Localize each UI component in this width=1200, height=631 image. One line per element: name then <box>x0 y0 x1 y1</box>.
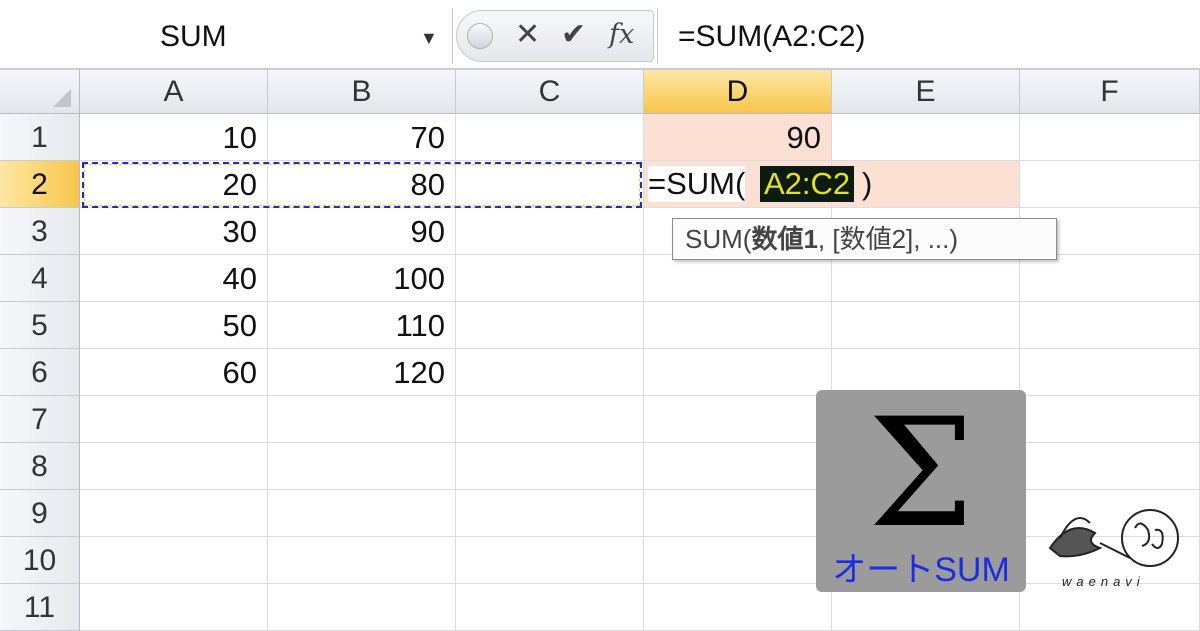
cancel-icon[interactable]: ✕ <box>515 17 540 53</box>
cell-b11[interactable] <box>268 584 456 631</box>
row-header-3[interactable]: 3 <box>0 208 80 255</box>
cell-c4[interactable] <box>456 255 644 302</box>
cell-b8[interactable] <box>268 443 456 490</box>
cell-b7[interactable] <box>268 396 456 443</box>
cell-c9[interactable] <box>456 490 644 537</box>
cell-b9[interactable] <box>268 490 456 537</box>
formula-bar: SUM ▼ ✕ ✔ fx =SUM(A2:C2) <box>0 0 1200 70</box>
row-header-11[interactable]: 11 <box>0 584 80 631</box>
cell-d4[interactable] <box>644 255 832 302</box>
autosum-label: オートSUM <box>832 551 1010 589</box>
cell-e4[interactable] <box>832 255 1020 302</box>
cell-d9[interactable] <box>644 490 832 537</box>
tooltip-function: SUM( <box>685 224 752 254</box>
insert-function-icon[interactable]: fx <box>609 17 634 53</box>
cell-f6[interactable] <box>1020 349 1200 396</box>
row-header-5[interactable]: 5 <box>0 302 80 349</box>
cell-a5[interactable]: 50 <box>80 302 268 349</box>
cell-c8[interactable] <box>456 443 644 490</box>
cell-f7[interactable] <box>1020 396 1200 443</box>
formula-text: =SUM(A2:C2) <box>678 20 866 53</box>
logo-text: waenavi <box>1062 574 1145 589</box>
column-header-e[interactable]: E <box>832 70 1020 114</box>
cell-d7[interactable] <box>644 396 832 443</box>
formula-controls: ✕ ✔ fx <box>456 10 654 62</box>
cell-a1[interactable]: 10 <box>80 114 268 161</box>
cell-a3[interactable]: 30 <box>80 208 268 255</box>
autosum-badge: Σ オートSUM <box>816 387 1026 592</box>
edit-prefix: =SUM( <box>648 166 746 202</box>
cell-a8[interactable] <box>80 443 268 490</box>
name-box-value: SUM <box>160 20 227 53</box>
cell-a6[interactable]: 60 <box>80 349 268 396</box>
cell-a4[interactable]: 40 <box>80 255 268 302</box>
row-header-2[interactable]: 2 <box>0 161 80 208</box>
cell-d6[interactable] <box>644 349 832 396</box>
cell-e5[interactable] <box>832 302 1020 349</box>
row-header-8[interactable]: 8 <box>0 443 80 490</box>
cell-e1[interactable] <box>832 114 1020 161</box>
tooltip-args-rest: , [数値2], ...) <box>817 224 959 254</box>
row-header-7[interactable]: 7 <box>0 396 80 443</box>
row-header-10[interactable]: 10 <box>0 537 80 584</box>
cell-c7[interactable] <box>456 396 644 443</box>
select-all-button[interactable] <box>0 70 80 114</box>
resize-grip-icon[interactable] <box>467 23 493 49</box>
cell-c1[interactable] <box>456 114 644 161</box>
select-all-icon <box>53 89 71 107</box>
cell-f5[interactable] <box>1020 302 1200 349</box>
cell-f4[interactable] <box>1020 255 1200 302</box>
cell-b3[interactable]: 90 <box>268 208 456 255</box>
row-header-6[interactable]: 6 <box>0 349 80 396</box>
cell-d5[interactable] <box>644 302 832 349</box>
column-header-f[interactable]: F <box>1020 70 1200 114</box>
cell-c6[interactable] <box>456 349 644 396</box>
cell-a2[interactable]: 20 <box>80 161 268 208</box>
row-header-9[interactable]: 9 <box>0 490 80 537</box>
column-header-c[interactable]: C <box>456 70 644 114</box>
cell-b6[interactable]: 120 <box>268 349 456 396</box>
column-header-a[interactable]: A <box>80 70 268 114</box>
cell-c2[interactable] <box>456 161 644 208</box>
cell-a7[interactable] <box>80 396 268 443</box>
cell-f1[interactable] <box>1020 114 1200 161</box>
name-box[interactable]: SUM ▼ <box>0 8 453 64</box>
cell-f2[interactable] <box>1020 161 1200 208</box>
cell-c11[interactable] <box>456 584 644 631</box>
tooltip-arg-current: 数値1 <box>751 224 818 254</box>
cell-b4[interactable]: 100 <box>268 255 456 302</box>
formula-input[interactable]: =SUM(A2:C2) <box>657 8 1200 64</box>
column-header-d[interactable]: D <box>644 70 832 114</box>
row-header-1[interactable]: 1 <box>0 114 80 161</box>
cell-d11[interactable] <box>644 584 832 631</box>
cell-c10[interactable] <box>456 537 644 584</box>
cell-b1[interactable]: 70 <box>268 114 456 161</box>
function-tooltip: SUM(数値1, [数値2], ...) <box>672 218 1057 260</box>
cell-b5[interactable]: 110 <box>268 302 456 349</box>
cell-c5[interactable] <box>456 302 644 349</box>
enter-check-icon[interactable]: ✔ <box>561 17 586 53</box>
cell-d8[interactable] <box>644 443 832 490</box>
cell-f8[interactable] <box>1020 443 1200 490</box>
column-header-b[interactable]: B <box>268 70 456 114</box>
cell-b2[interactable]: 80 <box>268 161 456 208</box>
cell-d10[interactable] <box>644 537 832 584</box>
dropdown-arrow-icon[interactable]: ▼ <box>420 28 438 49</box>
edit-range-reference: A2:C2 <box>760 166 855 202</box>
cell-a11[interactable] <box>80 584 268 631</box>
cell-d1[interactable]: 90 <box>644 114 832 161</box>
cell-c3[interactable] <box>456 208 644 255</box>
sigma-icon: Σ <box>867 387 975 561</box>
row-header-4[interactable]: 4 <box>0 255 80 302</box>
edit-suffix: ) <box>862 166 873 201</box>
cell-a10[interactable] <box>80 537 268 584</box>
cell-a9[interactable] <box>80 490 268 537</box>
cell-e2[interactable] <box>832 161 1020 208</box>
cell-b10[interactable] <box>268 537 456 584</box>
